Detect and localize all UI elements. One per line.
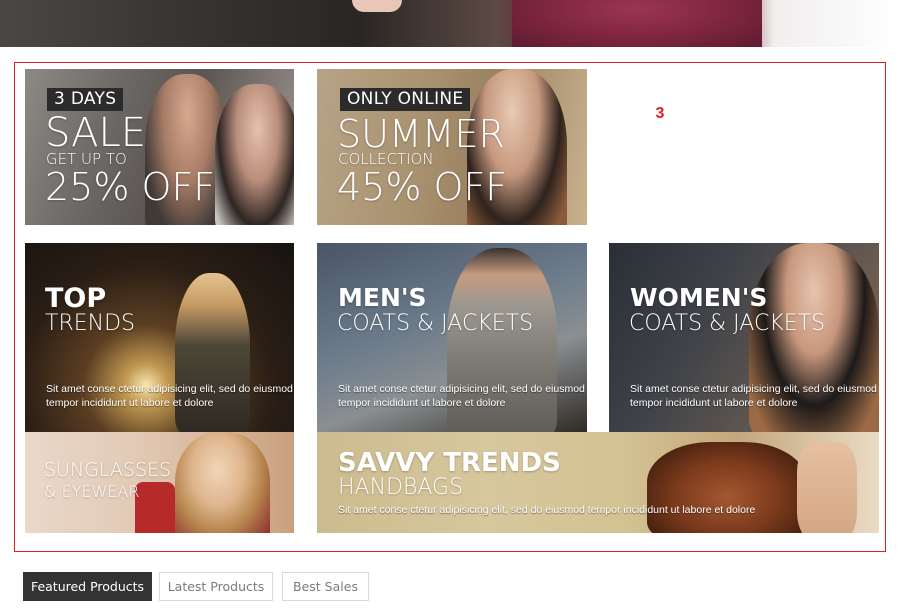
- womens-subline: COATS & JACKETS: [629, 311, 826, 336]
- banner-photo-woman-sunglasses: [175, 432, 270, 533]
- sale-headline: SALE: [45, 110, 147, 156]
- tab-latest-products[interactable]: Latest Products: [159, 572, 273, 601]
- hero-model-arm: [352, 0, 402, 12]
- banner-photo-hand: [797, 442, 857, 533]
- mens-description-2: tempor incididunt ut labore et dolore: [338, 397, 506, 409]
- top-trends-description-1: Sit amet conse ctetur adipisicing elit, …: [46, 383, 293, 395]
- banner-womens-coats[interactable]: WOMEN'S COATS & JACKETS Sit amet conse c…: [609, 243, 879, 432]
- womens-description-1: Sit amet conse ctetur adipisicing elit, …: [630, 383, 877, 395]
- top-trends-description-2: tempor incididunt ut labore et dolore: [46, 397, 214, 409]
- banner-summer-collection[interactable]: ONLY ONLINE SUMMER COLLECTION 45% OFF: [317, 69, 587, 225]
- summer-headline: SUMMER: [337, 112, 505, 156]
- banner-photo-handbag: [647, 442, 807, 533]
- banner-photo-woman: [215, 84, 294, 225]
- summer-badge: ONLY ONLINE: [340, 88, 471, 111]
- mens-description-1: Sit amet conse ctetur adipisicing elit, …: [338, 383, 585, 395]
- mens-headline: MEN'S: [338, 283, 427, 312]
- top-trends-subline: TRENDS: [45, 311, 135, 336]
- womens-headline: WOMEN'S: [630, 283, 768, 312]
- sale-badge: 3 DAYS: [47, 88, 124, 111]
- tab-featured-products[interactable]: Featured Products: [23, 572, 152, 601]
- banner-sunglasses[interactable]: SUNGLASSES & EYEWEAR: [25, 432, 294, 533]
- handbags-headline: SAVVY TRENDS: [338, 448, 561, 478]
- banner-mens-coats[interactable]: MEN'S COATS & JACKETS Sit amet conse cte…: [317, 243, 587, 432]
- sale-discount: 25% OFF: [45, 165, 216, 209]
- sunglasses-subline: & EYEWEAR: [44, 482, 140, 501]
- banner-sale[interactable]: 3 DAYS SALE GET UP TO 25% OFF: [25, 69, 294, 225]
- module-number-label: 3: [655, 105, 665, 122]
- mens-subline: COATS & JACKETS: [337, 311, 534, 336]
- womens-description-2: tempor incididunt ut labore et dolore: [630, 397, 798, 409]
- top-trends-headline: TOP: [45, 283, 107, 314]
- banner-photo-red-sleeve: [135, 482, 175, 533]
- banner-top-trends[interactable]: TOP TRENDS Sit amet conse ctetur adipisi…: [25, 243, 294, 432]
- sunglasses-headline: SUNGLASSES: [44, 459, 172, 481]
- banner-handbags[interactable]: SAVVY TRENDS HANDBAGS Sit amet conse cte…: [317, 432, 879, 533]
- handbags-subline: HANDBAGS: [338, 475, 464, 500]
- hero-image-strip: [0, 0, 900, 47]
- handbags-description: Sit amet conse ctetur adipisicing elit, …: [338, 504, 756, 516]
- tab-best-sales[interactable]: Best Sales: [282, 572, 369, 601]
- hero-model-dress: [512, 0, 762, 47]
- summer-discount: 45% OFF: [337, 165, 508, 209]
